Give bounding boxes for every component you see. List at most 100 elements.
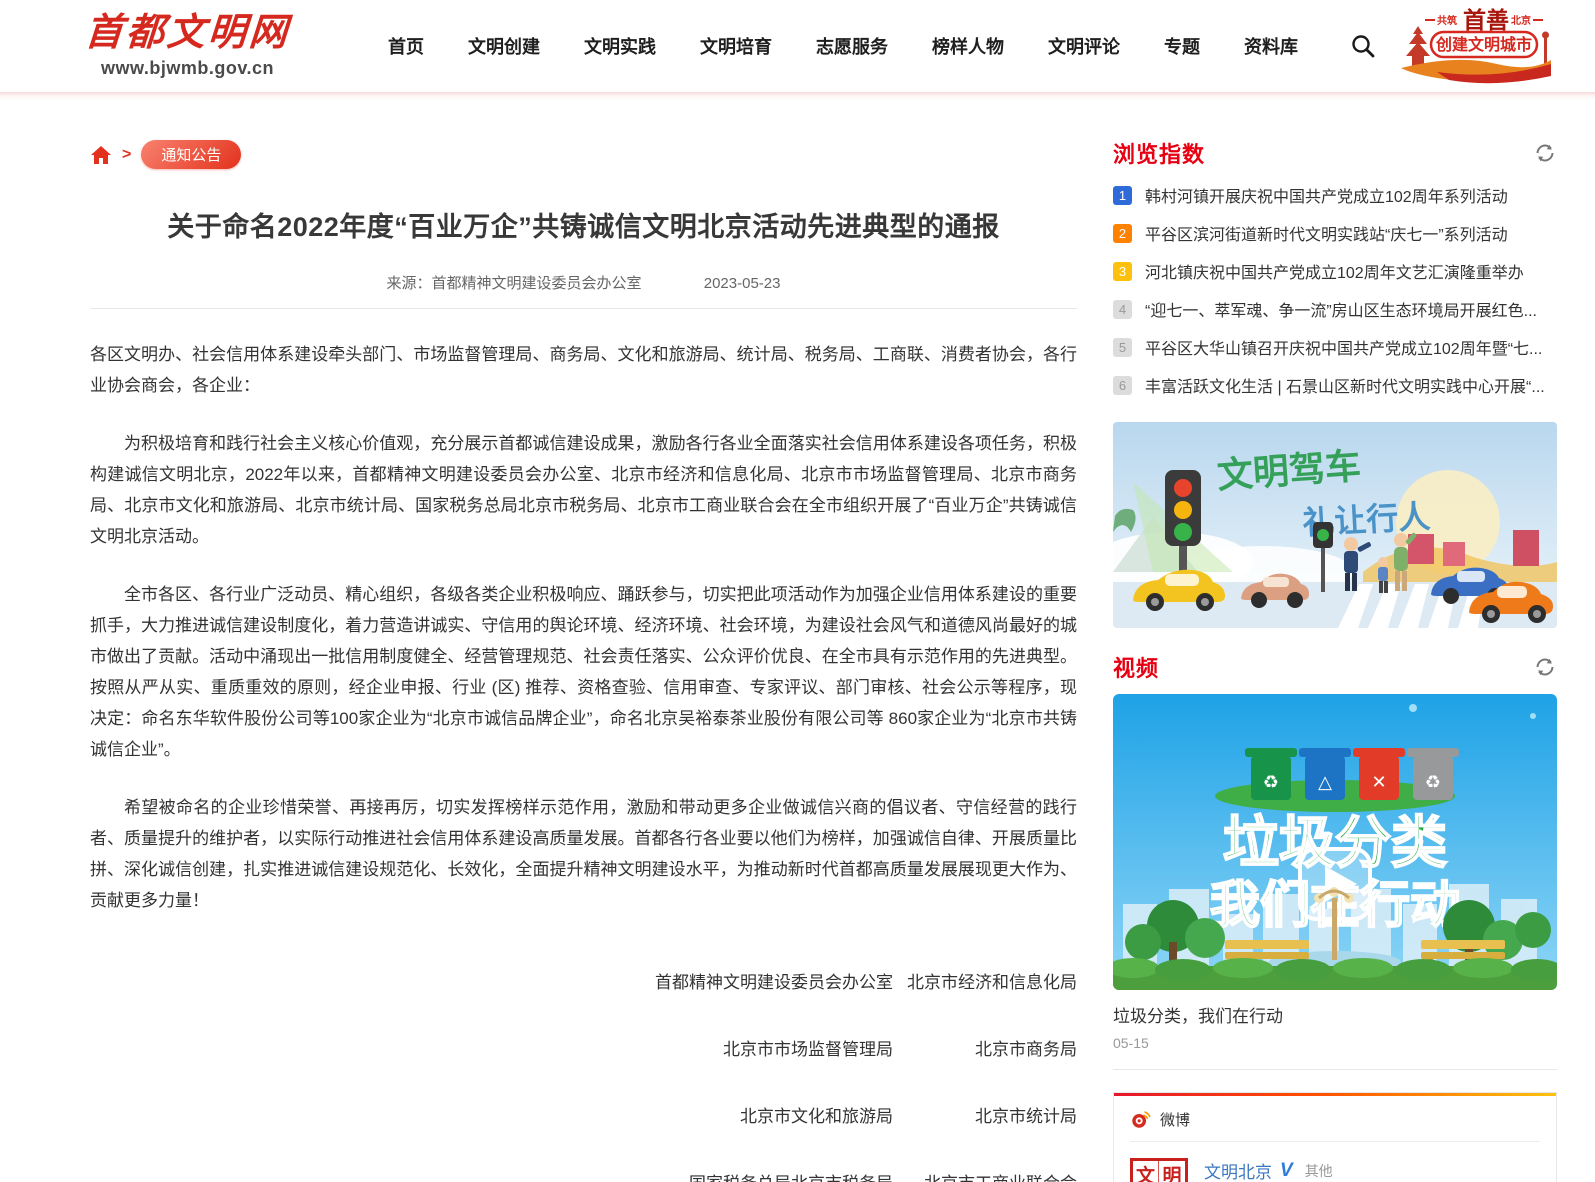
- list-item[interactable]: 3 河北镇庆祝中国共产党成立102周年文艺汇演隆重举办: [1113, 252, 1557, 290]
- weibo-account-tag: 其他: [1304, 1162, 1333, 1179]
- browse-index-list: 1 韩村河镇开展庆祝中国共产党成立102周年系列活动 2 平谷区滨河街道新时代文…: [1113, 176, 1557, 404]
- nav-item-civilization-creation[interactable]: 文明创建: [468, 33, 540, 59]
- badge-box-text: 创建文明城市: [1435, 35, 1532, 54]
- building: [1443, 542, 1465, 566]
- nav-item-volunteer-service[interactable]: 志愿服务: [816, 33, 888, 59]
- article-date: 2023-05-23: [703, 275, 781, 292]
- home-icon[interactable]: [90, 144, 112, 166]
- civilized-driving-banner[interactable]: 文明驾车 礼让行人: [1113, 422, 1557, 628]
- rank-badge: 4: [1113, 299, 1132, 319]
- nav-item-civilization-review[interactable]: 文明评论: [1048, 33, 1120, 59]
- browse-index-title: 浏览指数: [1113, 142, 1206, 167]
- list-item[interactable]: 5 平谷区大华山镇召开庆祝中国共产党成立102周年暨“七...: [1113, 328, 1557, 366]
- signature-org: 北京市经济和信息化局: [907, 973, 1077, 992]
- search-icon[interactable]: [1350, 33, 1376, 59]
- signature-row: 首都精神文明建设委员会办公室 北京市经济和信息化局: [90, 968, 1077, 993]
- list-item[interactable]: 1 韩村河镇开展庆祝中国共产党成立102周年系列活动: [1113, 176, 1557, 214]
- refresh-icon[interactable]: [1533, 655, 1557, 679]
- nav-item-civilization-cultivation[interactable]: 文明培育: [700, 33, 772, 59]
- weibo-profile: 文 明 北 京 文明北京 V 其他 加关注: [1130, 1158, 1540, 1182]
- nav-item-civilization-practice[interactable]: 文明实践: [584, 33, 656, 59]
- article-source: 首都精神文明建设委员会办公室: [431, 275, 642, 292]
- list-item-text: 丰富活跃文化生活 | 石景山区新时代文明实践中心开展“...: [1145, 379, 1545, 396]
- weibo-account-name[interactable]: 文明北京: [1204, 1158, 1272, 1182]
- list-item-text: 平谷区滨河街道新时代文明实践站“庆七一”系列活动: [1145, 227, 1508, 244]
- site-logo[interactable]: 首都文明网 www.bjwmb.gov.cn: [83, 11, 292, 79]
- weibo-header: 微博: [1130, 1108, 1540, 1142]
- avatar-char: 明: [1159, 1161, 1185, 1182]
- browse-index-heading: 浏览指数: [1113, 140, 1557, 167]
- video-section: 视频 ♻ △ ✕ ♻ 垃圾分类 我们在行动 垃圾分类，我们在行动 05-15: [1113, 654, 1557, 1051]
- video-caption[interactable]: 垃圾分类，我们在行动: [1113, 1002, 1557, 1027]
- article-paragraph: 为积极培育和践行社会主义核心价值观，充分展示首都诚信建设成果，激励各行各业全面落…: [90, 434, 1077, 546]
- article-title: 关于命名2022年度“百业万企”共铸诚信文明北京活动先进典型的通报: [167, 212, 1000, 242]
- video-title: 视频: [1113, 656, 1160, 681]
- weibo-verified-icon: V: [1280, 1159, 1293, 1181]
- page: 首都文明网 www.bjwmb.gov.cn 首页 文明创建 文明实践 文明培育…: [0, 0, 1595, 1182]
- list-item[interactable]: 2 平谷区滨河街道新时代文明实践站“庆七一”系列活动: [1113, 214, 1557, 252]
- article-meta: 来源：首都精神文明建设委员会办公室 2023-05-23: [90, 272, 1077, 293]
- rank-badge: 1: [1113, 185, 1132, 205]
- signature-org: 北京市统计局: [975, 1107, 1077, 1126]
- signature-org: 首都精神文明建设委员会办公室: [655, 973, 893, 992]
- list-item-text: 韩村河镇开展庆祝中国共产党成立102周年系列活动: [1145, 189, 1508, 206]
- svg-text:✕: ✕: [1371, 772, 1386, 792]
- svg-text:♻: ♻: [1263, 772, 1279, 792]
- pagoda-silhouette: [1406, 25, 1430, 66]
- article-paragraph: 全市各区、各行业广泛动员、精心组织，各级各类企业积极响应、踊跃参与，切实把此项活…: [90, 585, 1077, 759]
- article-paragraph: 希望被命名的企业珍惜荣誉、再接再厉，切实发挥榜样示范作用，激励和带动更多企业做诚…: [90, 798, 1077, 910]
- building: [1513, 530, 1539, 566]
- nav-item-data-library[interactable]: 资料库: [1244, 33, 1298, 59]
- article-paragraph: 各区文明办、社会信用体系建设牵头部门、市场监督管理局、商务局、文化和旅游局、统计…: [90, 345, 1077, 395]
- video-thumbnail[interactable]: ♻ △ ✕ ♻ 垃圾分类 我们在行动: [1113, 694, 1557, 990]
- signature-row: 国家税务总局北京市税务局 北京市工商业联合会: [90, 1169, 1077, 1182]
- tower-silhouette: [1542, 31, 1549, 64]
- article-source-label: 来源：: [386, 275, 432, 292]
- video-heading: 视频: [1113, 654, 1557, 681]
- signature-org: 北京市商务局: [975, 1040, 1077, 1059]
- avatar[interactable]: 文 明 北 京: [1130, 1158, 1188, 1182]
- badge-top-left: 共筑: [1437, 14, 1457, 27]
- weibo-card: 微博 文 明 北 京 文明北京 V 其他: [1113, 1092, 1557, 1182]
- civilized-city-badge[interactable]: 共筑 首善 北京 创建文明城市: [1397, 2, 1555, 91]
- breadcrumb-category[interactable]: 通知公告: [141, 140, 242, 169]
- breadcrumb: > 通知公告: [90, 140, 1077, 169]
- signature-org: 国家税务总局北京市税务局: [90, 1169, 893, 1182]
- refresh-icon[interactable]: [1533, 141, 1557, 165]
- sidebar: 浏览指数 1 韩村河镇开展庆祝中国共产党成立102周年系列活动 2 平谷区滨河街…: [1113, 92, 1557, 1182]
- nav-item-home[interactable]: 首页: [388, 33, 424, 59]
- meta-divider: [90, 308, 1077, 309]
- rank-badge: 3: [1113, 261, 1132, 281]
- svg-text:♻: ♻: [1425, 772, 1441, 792]
- main-content: > 通知公告 关于命名2022年度“百业万企”共铸诚信文明北京活动先进典型的通报…: [0, 92, 1595, 1182]
- article-body: 各区文明办、社会信用体系建设牵头部门、市场监督管理局、商务局、文化和旅游局、统计…: [90, 339, 1077, 916]
- svg-text:△: △: [1318, 772, 1332, 792]
- sidebar-divider: [1113, 1069, 1557, 1070]
- nav-item-special-topics[interactable]: 专题: [1164, 33, 1200, 59]
- list-item[interactable]: 6 丰富活跃文化生活 | 石景山区新时代文明实践中心开展“...: [1113, 366, 1557, 404]
- signature-row: 北京市市场监督管理局 北京市商务局: [90, 1035, 1077, 1060]
- main-nav: 首页 文明创建 文明实践 文明培育 志愿服务 榜样人物 文明评论 专题 资料库: [388, 33, 1298, 59]
- video-date: 05-15: [1113, 1035, 1149, 1051]
- rank-badge: 6: [1113, 375, 1132, 395]
- site-logo-url: www.bjwmb.gov.cn: [101, 57, 275, 78]
- weibo-header-label: 微博: [1160, 1111, 1191, 1129]
- article-column: > 通知公告 关于命名2022年度“百业万企”共铸诚信文明北京活动先进典型的通报…: [90, 92, 1077, 1182]
- rank-badge: 5: [1113, 337, 1132, 357]
- weibo-icon: [1132, 1111, 1151, 1128]
- signature-org: 北京市工商业联合会: [893, 1169, 1077, 1182]
- signature-org: 北京市市场监督管理局: [723, 1040, 893, 1059]
- signature-row: 北京市文化和旅游局 北京市统计局: [90, 1102, 1077, 1127]
- signature-org: 北京市文化和旅游局: [740, 1107, 893, 1126]
- list-item-text: “迎七一、萃军魂、争一流”房山区生态环境局开展红色...: [1145, 303, 1537, 320]
- list-item[interactable]: 4 “迎七一、萃军魂、争一流”房山区生态环境局开展红色...: [1113, 290, 1557, 328]
- nav-item-role-models[interactable]: 榜样人物: [932, 33, 1004, 59]
- badge-top-center: 首善: [1463, 7, 1509, 33]
- breadcrumb-separator: >: [122, 145, 132, 163]
- badge-top-right: 北京: [1511, 14, 1531, 27]
- site-logo-title: 首都文明网: [83, 11, 292, 54]
- site-header: 首都文明网 www.bjwmb.gov.cn 首页 文明创建 文明实践 文明培育…: [0, 0, 1595, 100]
- list-item-text: 平谷区大华山镇召开庆祝中国共产党成立102周年暨“七...: [1145, 341, 1543, 358]
- avatar-char: 文: [1133, 1161, 1159, 1182]
- rank-badge: 2: [1113, 223, 1132, 243]
